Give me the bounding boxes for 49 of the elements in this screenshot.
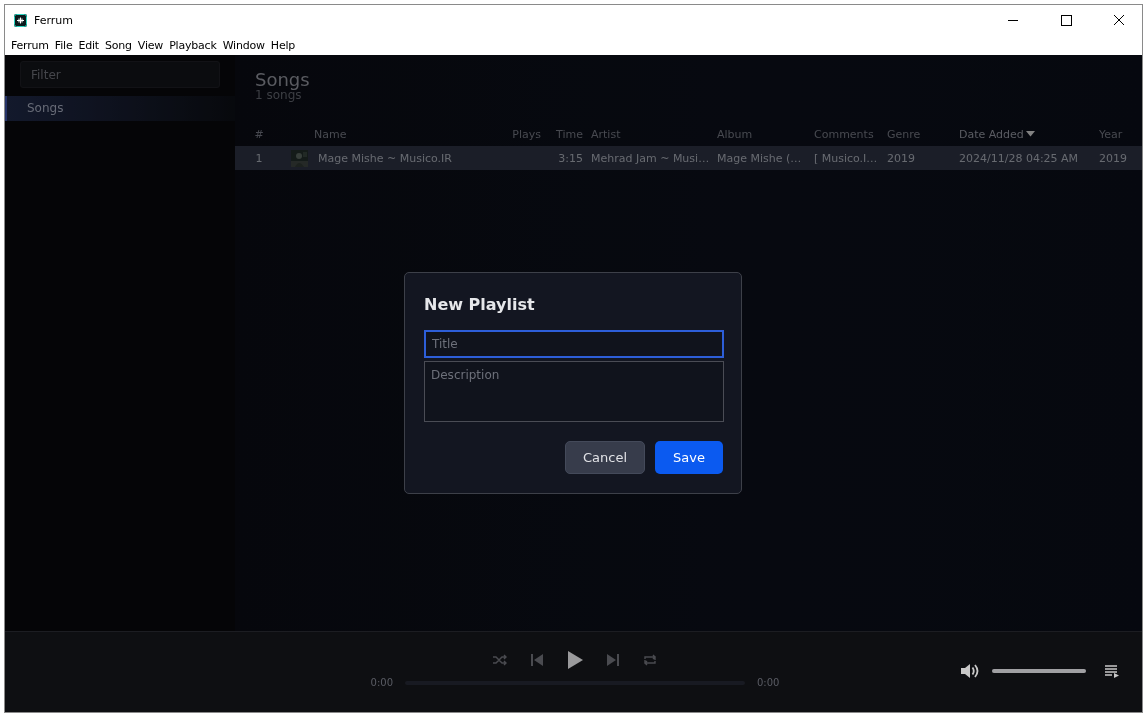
table-cell: 2024/11/28 04:25 AM bbox=[959, 151, 1079, 165]
sort-caret-icon[interactable] bbox=[1025, 131, 1036, 137]
table-cell: Mehrad Jam ~ Musi… bbox=[591, 151, 710, 165]
table-cell: 1 bbox=[255, 151, 263, 165]
filter-field[interactable]: Filter bbox=[20, 61, 220, 88]
menu-item[interactable]: Song bbox=[101, 38, 135, 52]
save-button[interactable]: Save bbox=[655, 441, 723, 474]
app-logo-icon bbox=[14, 13, 27, 27]
repeat-icon[interactable] bbox=[642, 654, 658, 666]
column-header[interactable]: Album bbox=[717, 127, 753, 141]
column-header[interactable]: Artist bbox=[591, 127, 621, 141]
cancel-button[interactable]: Cancel bbox=[565, 441, 645, 474]
column-header[interactable]: Year bbox=[1099, 127, 1123, 141]
table-cell: [ Musico.I… bbox=[814, 151, 878, 165]
page-title: Songs bbox=[254, 69, 311, 90]
menu-item[interactable]: Window bbox=[219, 38, 268, 52]
description-field[interactable]: Description bbox=[424, 361, 724, 422]
table-cell: 2019 bbox=[887, 151, 915, 165]
dialog-title: New Playlist bbox=[424, 295, 536, 314]
volume-slider[interactable] bbox=[992, 669, 1086, 673]
title-field[interactable]: Title bbox=[424, 330, 724, 358]
menu-item[interactable]: View bbox=[134, 38, 167, 52]
column-header[interactable]: Plays bbox=[512, 127, 541, 141]
shuffle-icon[interactable] bbox=[492, 654, 508, 666]
total-time: 0:00 bbox=[757, 677, 780, 688]
menu-item[interactable]: Playback bbox=[166, 38, 220, 52]
sidebar-item[interactable]: Songs bbox=[5, 96, 235, 121]
column-header[interactable]: Time bbox=[556, 127, 583, 141]
elapsed-time: 0:00 bbox=[370, 677, 393, 688]
menu-item[interactable]: Edit bbox=[75, 38, 102, 52]
menu-item[interactable]: File bbox=[51, 38, 76, 52]
table-cell: 3:15 bbox=[558, 151, 583, 165]
song-row[interactable]: 1 Mage Mishe ~ Musico.IR 3:15 Mehrad Jam ~ Musi… Mage Mishe (… [ Musico.I… 2019 2024/11/28 04:25 AM 2019 bbox=[235, 146, 1142, 170]
previous-icon[interactable] bbox=[530, 653, 544, 667]
play-icon[interactable] bbox=[566, 650, 584, 670]
column-header[interactable]: # bbox=[254, 127, 264, 141]
column-header[interactable]: Genre bbox=[887, 127, 921, 141]
queue-icon[interactable] bbox=[1104, 664, 1120, 678]
column-header[interactable]: Name bbox=[314, 127, 347, 141]
table-cell: 2019 bbox=[1099, 151, 1127, 165]
column-header[interactable]: Comments bbox=[814, 127, 874, 141]
volume-icon[interactable] bbox=[960, 662, 980, 680]
column-header[interactable]: Date Added bbox=[959, 127, 1036, 141]
menu-item[interactable]: Ferrum bbox=[8, 38, 52, 52]
table-cell: Mage Mishe ~ Musico.IR bbox=[318, 151, 452, 165]
window-title: Ferrum bbox=[34, 13, 74, 27]
table-cell: Mage Mishe (… bbox=[717, 151, 802, 165]
next-icon[interactable] bbox=[606, 653, 620, 667]
menu-item[interactable]: Help bbox=[267, 38, 299, 52]
